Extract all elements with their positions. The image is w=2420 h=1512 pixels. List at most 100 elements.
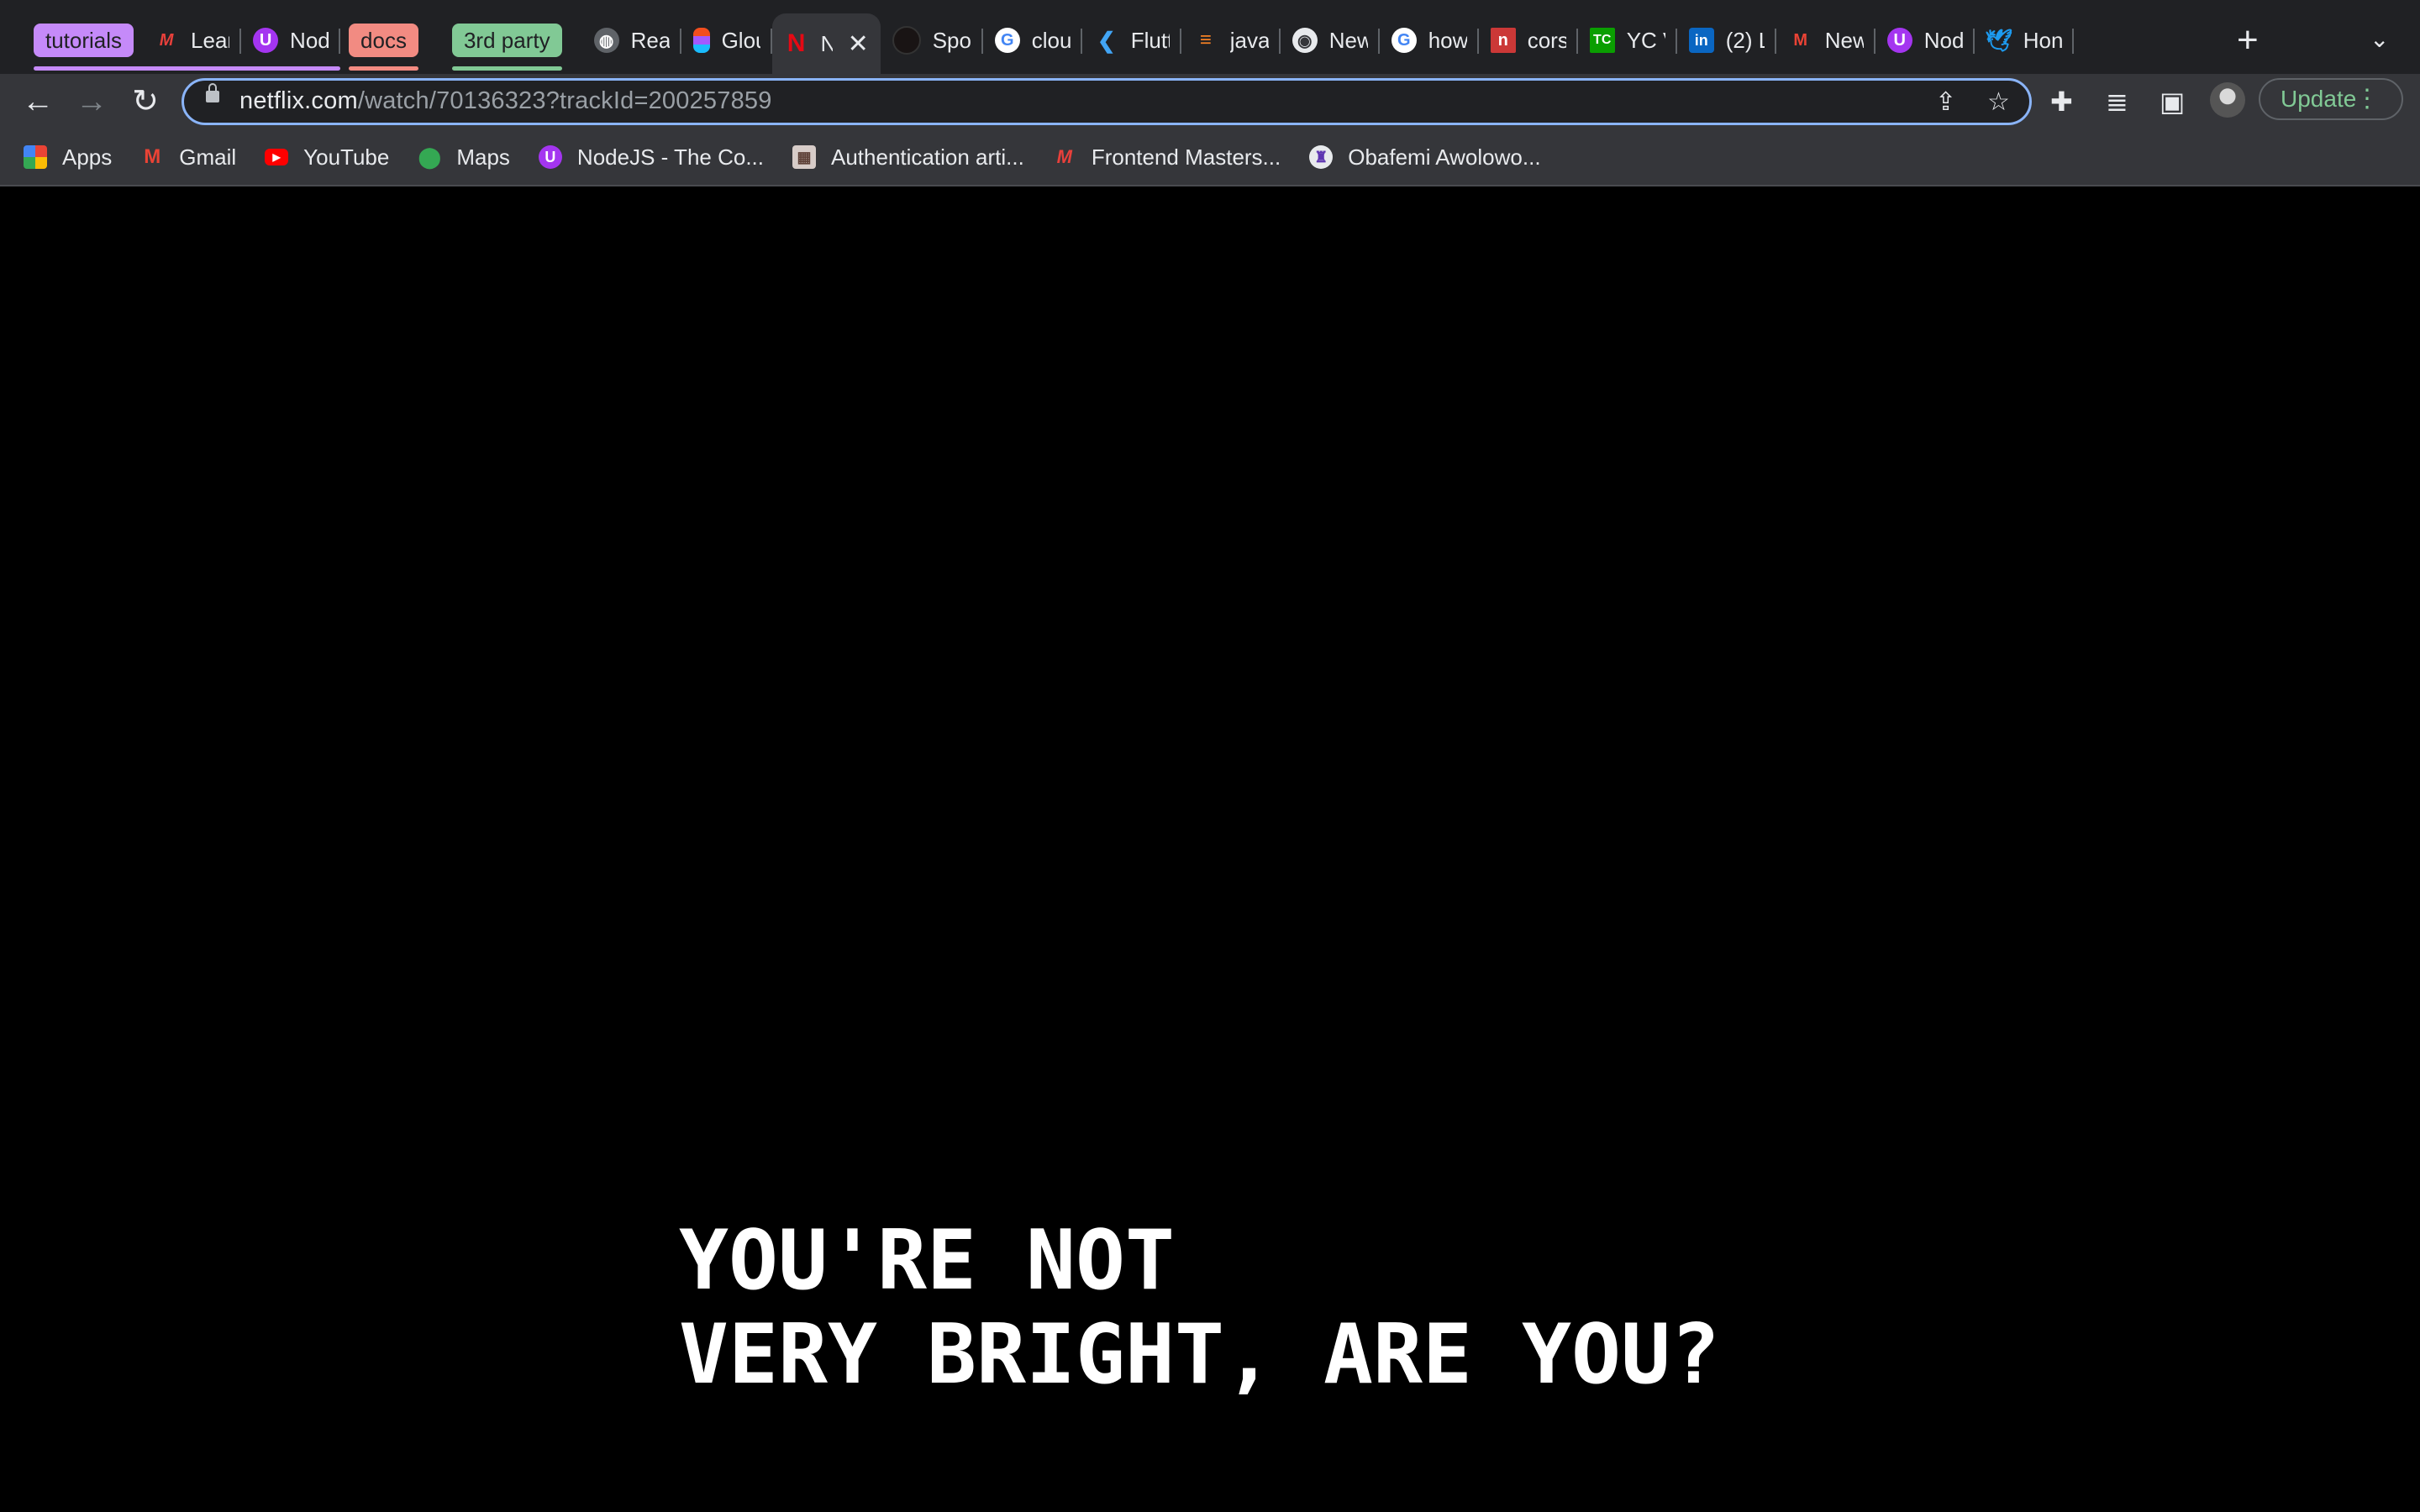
figma-icon	[692, 28, 710, 53]
bookmark-maps[interactable]: ⬤ Maps	[418, 144, 510, 171]
back-button[interactable]: ←	[18, 82, 57, 121]
udemy-icon: U	[538, 145, 562, 169]
udemy-icon: U	[253, 28, 279, 53]
forward-button[interactable]: →	[72, 82, 111, 121]
tab[interactable]: n cors	[1479, 13, 1578, 67]
address-bar[interactable]: netflix.com/watch/70136323?trackId=20025…	[182, 78, 2032, 125]
update-label: Update	[2281, 86, 2357, 112]
tab-title: YC V	[1626, 27, 1665, 53]
flutter-icon: ❮	[1097, 27, 1116, 53]
university-crest-icon: ♜	[1309, 145, 1334, 169]
tab-group-docs[interactable]: docs	[349, 24, 418, 71]
profile-avatar[interactable]	[2210, 82, 2245, 118]
tab-strip: tutorials M Lear U Nod docs 3rd party ◍	[0, 0, 2420, 74]
tab-title: (2) L	[1725, 27, 1765, 53]
tab-title: Nod	[290, 27, 329, 53]
linkedin-icon: in	[1688, 28, 1714, 53]
tab-group-label: tutorials	[45, 28, 123, 53]
twitter-icon: 🕊	[1985, 27, 2013, 53]
tab-title: Spot	[932, 27, 971, 53]
apps-grid-icon	[24, 145, 47, 169]
tab[interactable]: M New	[1776, 13, 1876, 67]
share-icon[interactable]: ⇪	[1935, 87, 1956, 117]
tab-active-netflix[interactable]: N N ✕	[771, 13, 881, 74]
tab-group-tutorials[interactable]: tutorials	[34, 24, 341, 71]
tab-group-label: docs	[360, 28, 407, 53]
extensions-puzzle-icon[interactable]: ✚	[2050, 86, 2073, 118]
browser-chrome: tutorials M Lear U Nod docs 3rd party ◍	[0, 0, 2420, 186]
subtitle-line: YOU'RE NOT	[679, 1213, 1176, 1309]
more-menu-icon[interactable]: ⋮	[2354, 80, 2380, 118]
tab-title: Glou	[721, 27, 760, 53]
tab[interactable]: TC YC V	[1578, 13, 1677, 67]
bookmark-label: Apps	[62, 144, 113, 170]
google-icon: G	[994, 28, 1020, 53]
tab[interactable]: Glou	[681, 13, 772, 67]
tab-title: N	[820, 30, 833, 56]
google-icon: G	[1391, 28, 1417, 53]
tab[interactable]: 🕊 Hon	[1975, 13, 2074, 67]
bookmark-label: Obafemi Awolowo...	[1348, 144, 1541, 170]
gmail-icon: M	[144, 145, 161, 168]
tab[interactable]: U Nod	[1876, 13, 1975, 67]
globe-icon: ◍	[593, 28, 619, 53]
chrome-icon: ◉	[1292, 28, 1318, 53]
frontend-masters-icon: M	[159, 30, 174, 50]
tab[interactable]: ◉ New	[1281, 13, 1380, 67]
bookmark-authentication[interactable]: ▦ Authentication arti...	[792, 144, 1024, 171]
bookmark-nodejs[interactable]: U NodeJS - The Co...	[538, 144, 764, 171]
bookmark-gmail[interactable]: M Gmail	[140, 144, 236, 171]
gmail-icon: M	[1793, 30, 1808, 50]
media-controls-icon[interactable]: ≣	[2106, 86, 2128, 118]
update-button[interactable]: Update ⋮	[2259, 78, 2403, 120]
bookmark-label: Authentication arti...	[831, 144, 1024, 170]
bookmark-star-icon[interactable]: ☆	[1987, 87, 2010, 117]
bookmark-apps[interactable]: Apps	[24, 144, 112, 171]
tab-title: Flutt	[1130, 27, 1170, 53]
tab-title: New	[1824, 27, 1864, 53]
tab-group-label: 3rd party	[463, 28, 550, 53]
reload-button[interactable]: ↻	[126, 82, 165, 121]
tab-title: Lear	[191, 27, 229, 53]
side-panel-icon[interactable]: ▣	[2160, 86, 2185, 118]
frontend-masters-icon: M	[1056, 146, 1072, 167]
tab[interactable]: in (2) L	[1677, 13, 1776, 67]
tab[interactable]: ❮ Flutt	[1082, 13, 1181, 67]
tab-group-underline	[349, 66, 418, 71]
bookmark-label: NodeJS - The Co...	[576, 144, 764, 170]
url-host: netflix.com	[239, 87, 358, 114]
spotify-icon	[892, 26, 921, 55]
tab-title: how	[1428, 27, 1467, 53]
maps-icon: ⬤	[418, 145, 441, 169]
bookmark-label: Gmail	[179, 144, 237, 170]
tab-title: Reac	[630, 27, 670, 53]
bookmark-label: Frontend Masters...	[1091, 144, 1281, 170]
tab-group-third-party[interactable]: 3rd party	[451, 24, 562, 71]
tab[interactable]: ≡ java	[1181, 13, 1281, 67]
lock-icon[interactable]	[206, 83, 219, 102]
tab-title: java	[1229, 27, 1269, 53]
bookmark-frontend-masters[interactable]: M Frontend Masters...	[1053, 144, 1281, 171]
tab[interactable]: U Nod	[241, 13, 341, 67]
bookmarks-bar: Apps M Gmail ▶ YouTube ⬤ Maps U NodeJS -…	[0, 136, 1570, 178]
bookmark-youtube[interactable]: ▶ YouTube	[265, 144, 389, 171]
tab[interactable]: Spot	[881, 13, 983, 67]
udemy-icon: U	[1886, 28, 1912, 53]
bookmark-label: Maps	[456, 144, 510, 170]
tab-list: tutorials M Lear U Nod docs 3rd party ◍	[25, 13, 2074, 74]
close-tab-icon[interactable]: ✕	[848, 29, 869, 59]
bookmark-label: YouTube	[303, 144, 390, 170]
tab[interactable]: ◍ Reac	[582, 13, 681, 67]
new-tab-button[interactable]: +	[2237, 20, 2259, 60]
tab-title: Nod	[1923, 27, 1963, 53]
tab[interactable]: M Lear	[142, 13, 242, 67]
article-icon: ▦	[792, 145, 816, 169]
tab[interactable]: G clou	[983, 13, 1082, 67]
npm-icon: n	[1490, 28, 1516, 53]
tab-title: clou	[1031, 27, 1071, 53]
tab-search-chevron-icon[interactable]: ⌄	[2370, 25, 2389, 53]
bookmark-obafemi-awolowo[interactable]: ♜ Obafemi Awolowo...	[1309, 144, 1541, 171]
address-url[interactable]: netflix.com/watch/70136323?trackId=20025…	[239, 87, 772, 115]
tab[interactable]: G how	[1380, 13, 1479, 67]
tab-title: cors	[1527, 27, 1566, 53]
